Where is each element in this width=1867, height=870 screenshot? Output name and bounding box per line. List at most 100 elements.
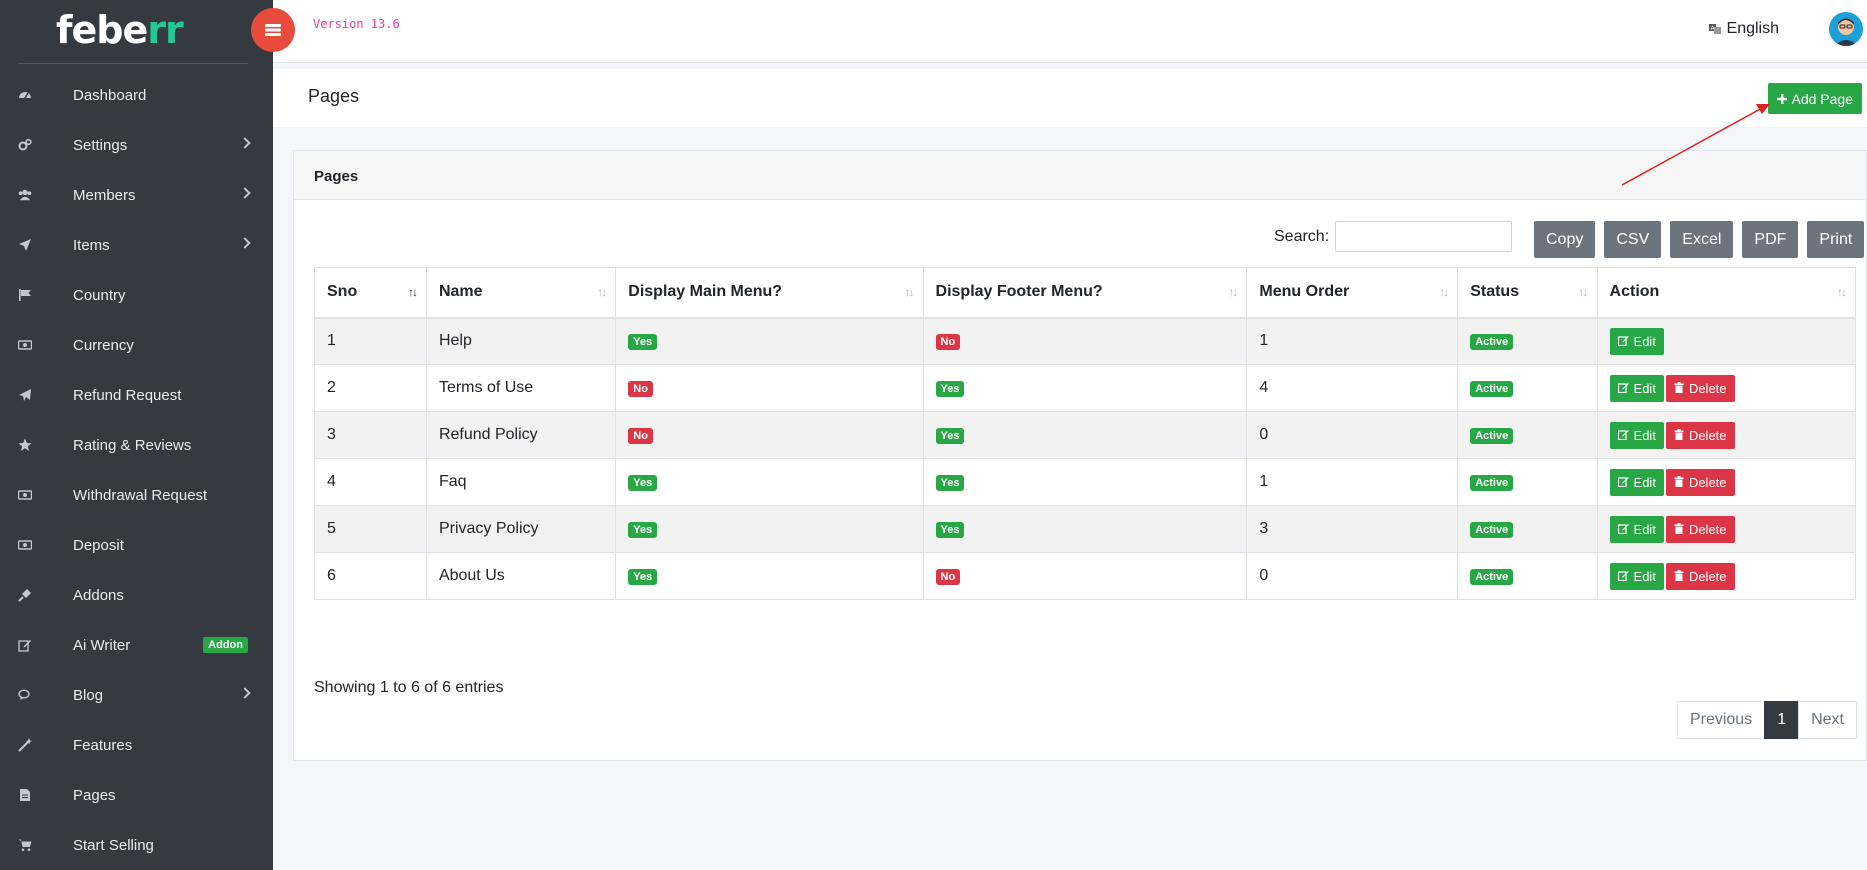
- export-copy-button[interactable]: Copy: [1534, 221, 1596, 258]
- edit-label: Edit: [1633, 380, 1656, 396]
- table-info: Showing 1 to 6 of 6 entries: [314, 679, 504, 696]
- status-badge: Active: [1470, 475, 1514, 491]
- cell-actions: Edit Delete: [1596, 364, 1857, 412]
- sidebar-toggle-button[interactable]: [251, 8, 295, 52]
- edit-button[interactable]: Edit: [1609, 374, 1664, 402]
- sort-icon: ↑↓: [1837, 285, 1847, 299]
- sidebar-item-settings[interactable]: Settings: [0, 120, 273, 170]
- column-header-label: Display Footer Menu?: [935, 283, 1103, 301]
- edit-button[interactable]: Edit: [1609, 515, 1664, 543]
- table-row: 5 Privacy Policy Yes Yes 3 Active Edit Delete: [314, 505, 1857, 553]
- status-badge: Active: [1470, 569, 1514, 585]
- footer-menu-badge: Yes: [935, 522, 965, 538]
- delete-button[interactable]: Delete: [1665, 515, 1735, 543]
- user-avatar[interactable]: [1829, 12, 1863, 46]
- column-header[interactable]: Menu Order ↑↓: [1246, 267, 1459, 319]
- cell-menu-order: 0: [1246, 552, 1459, 600]
- column-header[interactable]: Action ↑↓: [1596, 267, 1857, 319]
- column-header[interactable]: Sno ↑↓: [314, 267, 427, 319]
- version-label: Version 13.6: [313, 17, 400, 31]
- cell-menu-order: 1: [1246, 458, 1459, 506]
- star-icon: [18, 438, 32, 452]
- flag-icon: [18, 288, 32, 302]
- edit-icon: [1617, 428, 1629, 443]
- sidebar-item-dashboard[interactable]: Dashboard: [0, 70, 273, 120]
- sidebar-item-label: Refund Request: [73, 386, 182, 404]
- sidebar: feberr Dashboard Settings Members Items Coun…: [0, 0, 273, 870]
- cell-footer-menu: Yes: [922, 458, 1248, 506]
- column-header[interactable]: Name ↑↓: [425, 267, 617, 319]
- delete-button[interactable]: Delete: [1665, 468, 1735, 496]
- column-header-label: Status: [1470, 283, 1520, 301]
- pages-card: Pages Search: Copy CSV Excel PDF Print Sno ↑↓…: [293, 150, 1867, 761]
- sidebar-item-start-selling[interactable]: Start Selling: [0, 820, 273, 870]
- column-header[interactable]: Status ↑↓: [1457, 267, 1598, 319]
- sidebar-item-label: Addons: [73, 586, 124, 604]
- paper-plane-icon: [18, 388, 32, 402]
- main-menu-badge: Yes: [628, 569, 658, 585]
- add-page-button[interactable]: Add Page: [1767, 83, 1862, 114]
- chevron-right-icon: [239, 187, 251, 199]
- search-input[interactable]: [1335, 221, 1513, 252]
- cell-main-menu: Yes: [615, 458, 924, 506]
- column-header[interactable]: Display Footer Menu? ↑↓: [922, 267, 1248, 319]
- cell-name: Privacy Policy: [425, 505, 617, 553]
- cell-actions: Edit Delete: [1596, 505, 1857, 553]
- users-icon: [18, 188, 32, 202]
- export-pdf-button[interactable]: PDF: [1742, 221, 1799, 258]
- delete-button[interactable]: Delete: [1665, 374, 1735, 402]
- language-icon: A: [1708, 24, 1721, 34]
- brand-logo[interactable]: feberr: [56, 8, 184, 52]
- main-menu-badge: Yes: [628, 334, 658, 351]
- table-row: 6 About Us Yes No 0 Active Edit Delete: [314, 552, 1857, 600]
- sidebar-item-blog[interactable]: Blog: [0, 670, 273, 720]
- edit-icon: [1617, 522, 1629, 537]
- plug-icon: [18, 588, 32, 602]
- edit-label: Edit: [1633, 474, 1656, 490]
- sidebar-item-currency[interactable]: Currency: [0, 320, 273, 370]
- sidebar-item-addons[interactable]: Addons: [0, 570, 273, 620]
- pagination-page-1[interactable]: 1: [1764, 701, 1800, 739]
- content-header: Pages Add Page: [273, 69, 1867, 127]
- sidebar-item-ai-writer[interactable]: Ai Writer Addon: [0, 620, 273, 670]
- edit-button[interactable]: Edit: [1609, 327, 1664, 355]
- sidebar-item-label: Dashboard: [73, 86, 147, 104]
- edit-button[interactable]: Edit: [1609, 421, 1664, 449]
- footer-menu-badge: No: [935, 334, 961, 351]
- delete-button[interactable]: Delete: [1665, 421, 1735, 449]
- edit-icon: [1617, 334, 1629, 349]
- brand-logo-main: febe: [56, 8, 148, 52]
- sidebar-item-features[interactable]: Features: [0, 720, 273, 770]
- edit-button[interactable]: Edit: [1609, 468, 1664, 496]
- delete-button[interactable]: Delete: [1665, 562, 1735, 590]
- cell-footer-menu: No: [922, 317, 1248, 365]
- cell-footer-menu: Yes: [922, 364, 1248, 412]
- cell-status: Active: [1457, 505, 1598, 553]
- gears-icon: [18, 138, 32, 152]
- magic-icon: [18, 738, 32, 752]
- sidebar-item-refund-request[interactable]: Refund Request: [0, 370, 273, 420]
- sidebar-item-label: Members: [73, 186, 136, 204]
- cell-sno: 2: [314, 364, 427, 412]
- cell-status: Active: [1457, 364, 1598, 412]
- trash-icon: [1674, 569, 1684, 584]
- sidebar-item-items[interactable]: Items: [0, 220, 273, 270]
- dashboard-icon: [18, 88, 32, 102]
- sidebar-item-rating-reviews[interactable]: Rating & Reviews: [0, 420, 273, 470]
- cell-footer-menu: Yes: [922, 505, 1248, 553]
- export-csv-button[interactable]: CSV: [1604, 221, 1662, 258]
- export-print-button[interactable]: Print: [1807, 221, 1865, 258]
- sidebar-item-members[interactable]: Members: [0, 170, 273, 220]
- sidebar-item-pages[interactable]: Pages: [0, 770, 273, 820]
- pagination-previous[interactable]: Previous: [1676, 701, 1766, 739]
- addon-badge: Addon: [203, 637, 248, 653]
- sidebar-item-country[interactable]: Country: [0, 270, 273, 320]
- sidebar-item-deposit[interactable]: Deposit: [0, 520, 273, 570]
- export-excel-button[interactable]: Excel: [1670, 221, 1734, 258]
- column-header[interactable]: Display Main Menu? ↑↓: [615, 267, 924, 319]
- pagination-next[interactable]: Next: [1798, 701, 1857, 739]
- trash-icon: [1674, 475, 1684, 490]
- sidebar-item-withdrawal-request[interactable]: Withdrawal Request: [0, 470, 273, 520]
- edit-button[interactable]: Edit: [1609, 562, 1664, 590]
- language-selector[interactable]: A English: [1708, 20, 1779, 38]
